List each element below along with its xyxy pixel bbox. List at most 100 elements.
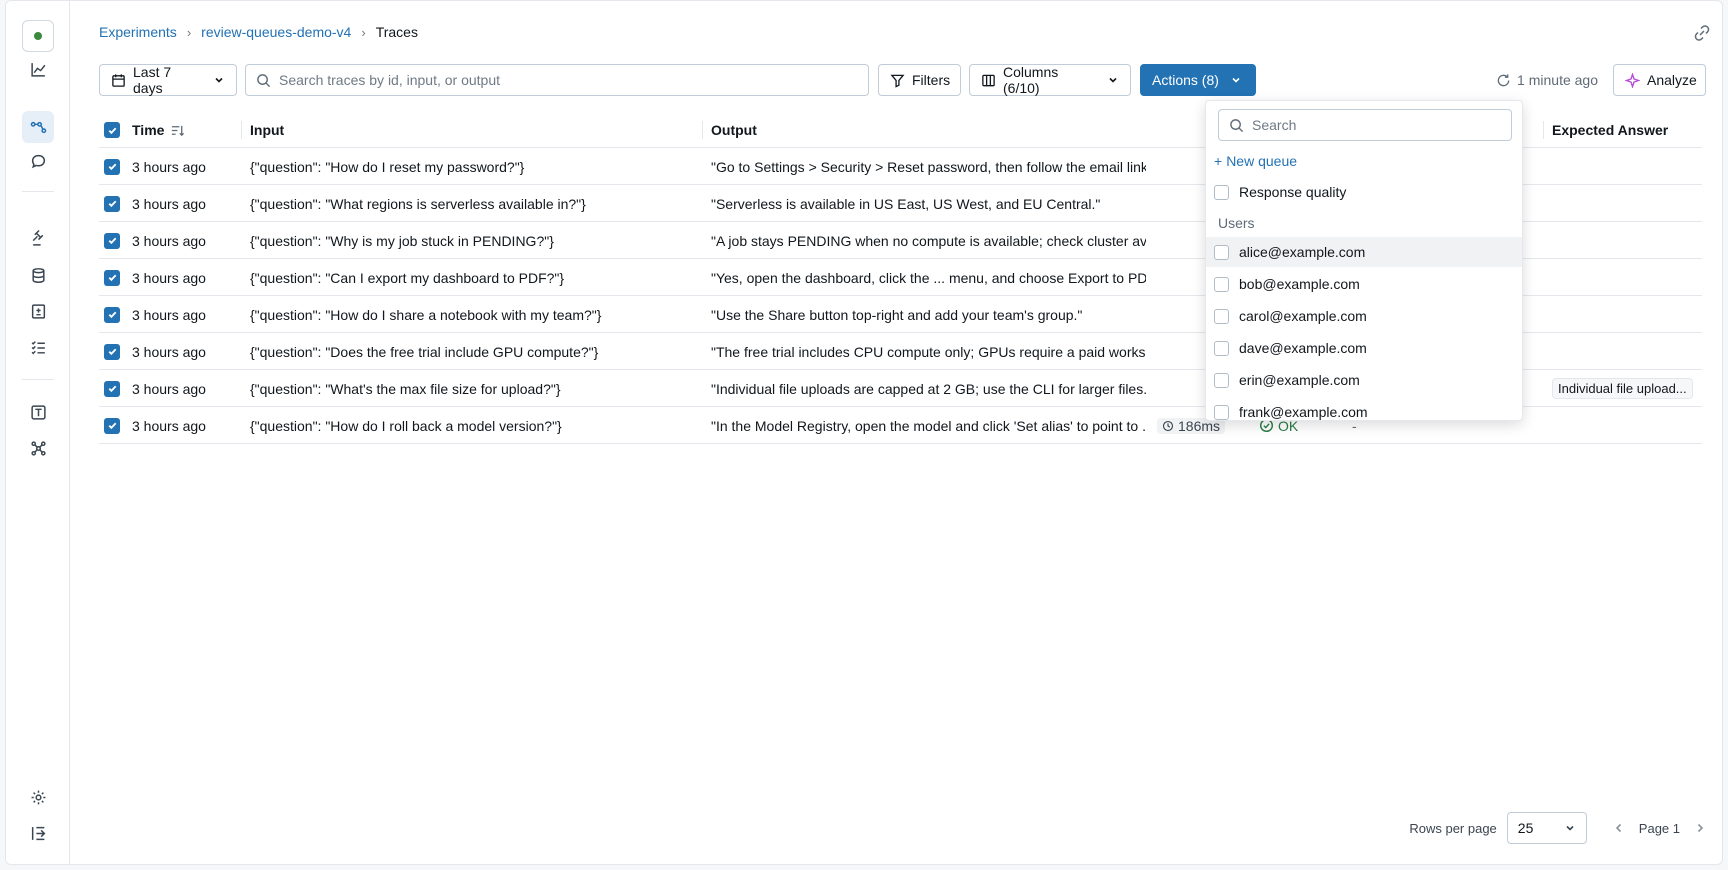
row-input[interactable]: {"question": "Why is my job stuck in PEN… xyxy=(250,222,690,259)
row-checkbox[interactable] xyxy=(104,222,120,259)
row-output[interactable]: "Go to Settings > Security > Reset passw… xyxy=(711,148,1146,185)
row-input[interactable]: {"question": "How do I roll back a model… xyxy=(250,407,690,444)
chevron-left-icon[interactable] xyxy=(1613,822,1625,834)
row-time: 3 hours ago xyxy=(132,306,206,323)
user-checkbox[interactable] xyxy=(1214,372,1229,388)
user-email: carol@example.com xyxy=(1239,308,1367,324)
chart-line-icon[interactable] xyxy=(22,53,54,85)
row-time: 3 hours ago xyxy=(132,195,206,212)
row-time: 3 hours ago xyxy=(132,158,206,175)
chevron-down-icon xyxy=(1566,825,1574,831)
row-input[interactable]: {"question": "How do I reset my password… xyxy=(250,148,690,185)
columns-button[interactable]: Columns (6/10) xyxy=(969,64,1131,96)
user-option[interactable]: carol@example.com xyxy=(1206,301,1522,331)
collapse-sidebar-icon[interactable] xyxy=(22,817,54,849)
app-frame: Experiments › review-queues-demo-v4 › Tr… xyxy=(5,0,1723,865)
chevron-right-icon[interactable] xyxy=(1694,822,1706,834)
output-column-header[interactable]: Output xyxy=(703,112,757,148)
row-output[interactable]: "In the Model Registry, open the model a… xyxy=(711,407,1146,444)
search-icon xyxy=(257,73,271,87)
sparkle-icon xyxy=(1625,72,1640,88)
user-checkbox[interactable] xyxy=(1214,276,1229,292)
row-checkbox[interactable] xyxy=(104,185,120,222)
user-option[interactable]: alice@example.com xyxy=(1206,237,1522,267)
row-output[interactable]: "Use the Share button top-right and add … xyxy=(711,296,1146,333)
expected-answer-tag: Individual file upload... xyxy=(1552,378,1693,399)
filter-icon xyxy=(890,74,905,88)
row-input[interactable]: {"question": "What's the max file size f… xyxy=(250,370,690,407)
filters-label: Filters xyxy=(912,72,951,88)
chat-icon[interactable] xyxy=(22,145,54,177)
row-input[interactable]: {"question": "Does the free trial includ… xyxy=(250,333,690,370)
row-checkbox[interactable] xyxy=(104,333,120,370)
row-input[interactable]: {"question": "How do I share a notebook … xyxy=(250,296,690,333)
rows-per-page-label: Rows per page xyxy=(1409,820,1497,836)
rows-per-page-select[interactable]: 25 xyxy=(1506,812,1587,844)
actions-button[interactable]: Actions (8) xyxy=(1140,64,1256,96)
analyze-button[interactable]: Analyze xyxy=(1613,64,1706,96)
queue-search-input[interactable] xyxy=(1252,117,1501,133)
user-checkbox[interactable] xyxy=(1214,244,1229,260)
user-email: erin@example.com xyxy=(1239,372,1360,388)
row-checkbox[interactable] xyxy=(104,259,120,296)
text-icon[interactable] xyxy=(22,396,54,428)
database-icon[interactable] xyxy=(22,259,54,291)
sidebar xyxy=(6,1,70,864)
date-range-button[interactable]: Last 7 days xyxy=(99,64,237,96)
date-range-label: Last 7 days xyxy=(133,64,172,96)
user-email: bob@example.com xyxy=(1239,276,1360,292)
checklist-icon[interactable] xyxy=(22,331,54,363)
filters-button[interactable]: Filters xyxy=(878,64,961,96)
chevron-right-icon: › xyxy=(361,24,366,40)
time-column-header[interactable]: Time xyxy=(132,112,185,148)
row-checkbox[interactable] xyxy=(104,407,120,444)
trace-search-input[interactable] xyxy=(279,72,858,88)
new-queue-button[interactable]: + New queue xyxy=(1214,153,1297,169)
plus-icon: + xyxy=(1214,153,1223,169)
judge-gavel-icon[interactable] xyxy=(22,222,54,254)
row-output[interactable]: "Yes, open the dashboard, click the ... … xyxy=(711,259,1146,296)
row-checkbox[interactable] xyxy=(104,148,120,185)
traces-icon[interactable] xyxy=(22,111,54,143)
row-output[interactable]: "A job stays PENDING when no compute is … xyxy=(711,222,1146,259)
main-content: Experiments › review-queues-demo-v4 › Tr… xyxy=(70,1,1722,864)
row-input[interactable]: {"question": "What regions is serverless… xyxy=(250,185,690,222)
expected-header-label: Expected Answer xyxy=(1552,122,1669,138)
users-section-label: Users xyxy=(1218,215,1255,231)
breadcrumb-experiments[interactable]: Experiments xyxy=(99,24,177,40)
chevron-right-icon: › xyxy=(186,24,192,40)
prompt-icon[interactable] xyxy=(22,295,54,327)
workspace-status-icon[interactable] xyxy=(22,20,54,52)
queue-search xyxy=(1218,109,1512,141)
queue-option[interactable]: Response quality xyxy=(1206,177,1522,207)
row-output[interactable]: "The free trial includes CPU compute onl… xyxy=(711,333,1146,370)
row-checkbox[interactable] xyxy=(104,370,120,407)
search-icon xyxy=(1230,118,1244,132)
row-checkbox[interactable] xyxy=(104,296,120,333)
user-option[interactable]: frank@example.com xyxy=(1206,397,1522,420)
user-option[interactable]: dave@example.com xyxy=(1206,333,1522,363)
user-option[interactable]: bob@example.com xyxy=(1206,269,1522,299)
input-header-label: Input xyxy=(250,122,285,138)
select-all-checkbox[interactable] xyxy=(104,112,120,148)
queue-checkbox[interactable] xyxy=(1214,184,1229,200)
user-checkbox[interactable] xyxy=(1214,308,1229,324)
actions-label: Actions (8) xyxy=(1152,72,1219,88)
expected-answer-column-header[interactable]: Expected Answer xyxy=(1552,112,1668,148)
user-email: frank@example.com xyxy=(1239,404,1368,420)
row-output[interactable]: "Serverless is available in US East, US … xyxy=(711,185,1146,222)
user-checkbox[interactable] xyxy=(1214,404,1229,420)
sort-icon xyxy=(172,125,185,136)
gear-icon[interactable] xyxy=(22,781,54,813)
model-network-icon[interactable] xyxy=(22,432,54,464)
row-expected[interactable]: Individual file upload... xyxy=(1552,370,1693,407)
copy-link-icon[interactable] xyxy=(1692,23,1712,43)
user-checkbox[interactable] xyxy=(1214,340,1229,356)
clock-icon xyxy=(1162,420,1174,431)
refresh-button[interactable]: 1 minute ago xyxy=(1496,64,1598,96)
row-input[interactable]: {"question": "Can I export my dashboard … xyxy=(250,259,690,296)
row-output[interactable]: "Individual file uploads are capped at 2… xyxy=(711,370,1146,407)
input-column-header[interactable]: Input xyxy=(250,112,284,148)
user-option[interactable]: erin@example.com xyxy=(1206,365,1522,395)
breadcrumb-experiment[interactable]: review-queues-demo-v4 xyxy=(201,24,351,40)
